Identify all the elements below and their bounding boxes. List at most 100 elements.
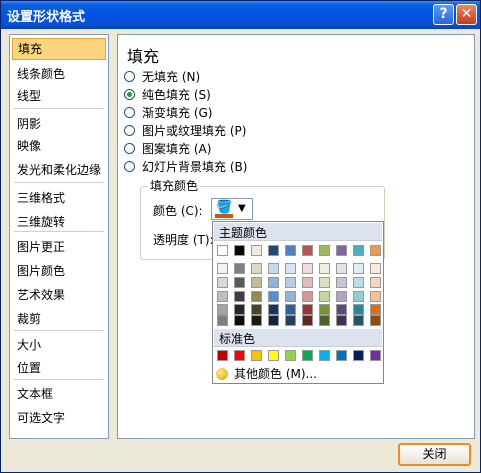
- sidebar-item[interactable]: 位置: [12, 357, 106, 379]
- theme-shade-swatch[interactable]: [251, 277, 262, 288]
- theme-shade-swatch[interactable]: [302, 263, 313, 274]
- standard-color-swatch[interactable]: [234, 350, 245, 361]
- theme-shade-swatch[interactable]: [370, 291, 381, 302]
- sidebar-item[interactable]: 图片颜色: [12, 260, 106, 282]
- sidebar-item[interactable]: 图片更正: [12, 236, 106, 258]
- theme-shade-swatch[interactable]: [336, 263, 347, 274]
- theme-color-swatch[interactable]: [285, 245, 296, 256]
- theme-shade-swatch[interactable]: [302, 304, 313, 315]
- theme-shade-swatch[interactable]: [302, 277, 313, 288]
- theme-shade-swatch[interactable]: [268, 263, 279, 274]
- theme-color-swatch[interactable]: [234, 245, 245, 256]
- theme-shade-swatch[interactable]: [319, 291, 330, 302]
- standard-color-swatch[interactable]: [319, 350, 330, 361]
- theme-shade-swatch[interactable]: [302, 291, 313, 302]
- radio-button[interactable]: [124, 71, 135, 82]
- theme-color-swatch[interactable]: [353, 245, 364, 256]
- theme-shade-swatch[interactable]: [353, 277, 364, 288]
- sidebar-item[interactable]: 艺术效果: [12, 284, 106, 306]
- close-button[interactable]: 关闭: [398, 443, 471, 466]
- theme-color-swatch[interactable]: [319, 245, 330, 256]
- sidebar-item[interactable]: 线型: [12, 85, 106, 107]
- theme-shade-swatch[interactable]: [353, 315, 364, 326]
- theme-shade-swatch[interactable]: [268, 304, 279, 315]
- theme-shade-swatch[interactable]: [217, 277, 228, 288]
- theme-color-swatch[interactable]: [370, 245, 381, 256]
- standard-color-swatch[interactable]: [251, 350, 262, 361]
- theme-shade-swatch[interactable]: [319, 304, 330, 315]
- help-button[interactable]: ?: [433, 4, 454, 25]
- theme-color-swatch[interactable]: [268, 245, 279, 256]
- theme-shade-swatch[interactable]: [251, 304, 262, 315]
- radio-button[interactable]: [124, 161, 135, 172]
- sidebar-item[interactable]: 裁剪: [12, 308, 106, 330]
- theme-shade-swatch[interactable]: [319, 315, 330, 326]
- theme-shade-swatch[interactable]: [285, 263, 296, 274]
- theme-shade-swatch[interactable]: [319, 263, 330, 274]
- theme-shade-swatch[interactable]: [285, 304, 296, 315]
- theme-shade-swatch[interactable]: [251, 291, 262, 302]
- theme-shade-swatch[interactable]: [353, 263, 364, 274]
- theme-shade-swatch[interactable]: [336, 291, 347, 302]
- standard-color-swatch[interactable]: [370, 350, 381, 361]
- theme-shade-swatch[interactable]: [251, 315, 262, 326]
- sidebar-item[interactable]: 大小: [12, 334, 106, 356]
- radio-button[interactable]: [124, 89, 135, 100]
- theme-shade-swatch[interactable]: [217, 291, 228, 302]
- sidebar-item[interactable]: 填充: [12, 38, 106, 60]
- theme-shade-swatch[interactable]: [353, 291, 364, 302]
- theme-shade-swatch[interactable]: [370, 277, 381, 288]
- theme-shade-swatch[interactable]: [336, 315, 347, 326]
- standard-color-swatch[interactable]: [353, 350, 364, 361]
- more-colors-button[interactable]: 其他颜色 (M)...: [216, 366, 317, 382]
- theme-shade-swatch[interactable]: [353, 304, 364, 315]
- theme-color-swatch[interactable]: [302, 245, 313, 256]
- fill-color-dropdown[interactable]: 🪣 ▼: [211, 198, 253, 220]
- standard-color-swatch[interactable]: [268, 350, 279, 361]
- theme-shade-swatch[interactable]: [370, 315, 381, 326]
- theme-shade-swatch[interactable]: [217, 304, 228, 315]
- sidebar-item[interactable]: 发光和柔化边缘: [12, 159, 106, 181]
- theme-shade-swatch[interactable]: [285, 315, 296, 326]
- radio-button[interactable]: [124, 125, 135, 136]
- theme-shade-swatch[interactable]: [268, 291, 279, 302]
- sidebar-item[interactable]: 映像: [12, 135, 106, 157]
- format-shape-dialog: 设置形状格式 ? ✕ 填充线条颜色 线型阴影 映像 发光和柔化边缘 三维格式 三维旋转图片…: [0, 0, 481, 473]
- theme-shade-swatch[interactable]: [234, 291, 245, 302]
- standard-color-swatch[interactable]: [217, 350, 228, 361]
- theme-shade-swatch[interactable]: [234, 277, 245, 288]
- theme-shade-swatch[interactable]: [234, 304, 245, 315]
- radio-button[interactable]: [124, 143, 135, 154]
- theme-shade-swatch[interactable]: [234, 263, 245, 274]
- theme-shade-swatch[interactable]: [319, 277, 330, 288]
- theme-shade-swatch[interactable]: [302, 315, 313, 326]
- sidebar-item[interactable]: 三维旋转: [12, 211, 106, 233]
- theme-shade-swatch[interactable]: [268, 315, 279, 326]
- theme-shade-swatch[interactable]: [251, 263, 262, 274]
- theme-shade-swatch[interactable]: [217, 263, 228, 274]
- standard-color-swatch[interactable]: [285, 350, 296, 361]
- standard-color-swatch[interactable]: [302, 350, 313, 361]
- theme-shade-swatch[interactable]: [370, 304, 381, 315]
- chevron-down-icon: ▼: [238, 203, 246, 214]
- theme-shade-swatch[interactable]: [285, 291, 296, 302]
- theme-color-swatch[interactable]: [217, 245, 228, 256]
- theme-shade-swatch[interactable]: [217, 315, 228, 326]
- theme-shade-swatch[interactable]: [268, 277, 279, 288]
- theme-shade-swatch[interactable]: [370, 263, 381, 274]
- sidebar-item[interactable]: 线条颜色: [12, 63, 106, 85]
- standard-color-swatch[interactable]: [336, 350, 347, 361]
- sidebar-item[interactable]: 阴影: [12, 113, 106, 135]
- theme-color-swatch[interactable]: [336, 245, 347, 256]
- title-bar[interactable]: 设置形状格式 ? ✕: [1, 1, 480, 29]
- theme-shade-swatch[interactable]: [285, 277, 296, 288]
- sidebar-item[interactable]: 可选文字: [12, 407, 106, 429]
- sidebar-item[interactable]: 三维格式: [12, 187, 106, 209]
- close-window-button[interactable]: ✕: [456, 4, 477, 25]
- radio-button[interactable]: [124, 107, 135, 118]
- theme-shade-swatch[interactable]: [336, 277, 347, 288]
- theme-shade-swatch[interactable]: [234, 315, 245, 326]
- theme-shade-swatch[interactable]: [336, 304, 347, 315]
- sidebar-item[interactable]: 文本框: [12, 383, 106, 405]
- theme-color-swatch[interactable]: [251, 245, 262, 256]
